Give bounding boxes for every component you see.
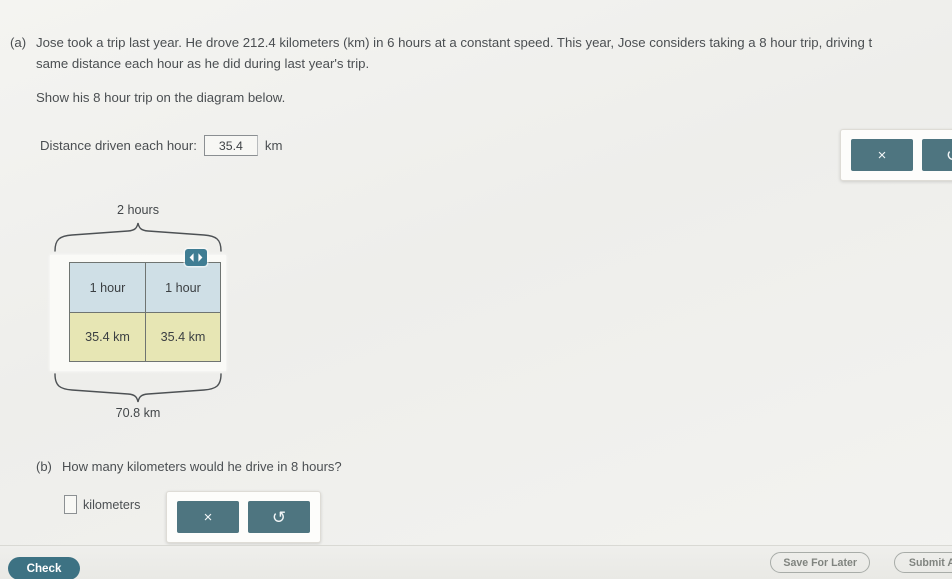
clear-button[interactable]: × [851,139,913,171]
tape-cell-distance[interactable]: 35.4 km [145,313,220,361]
tape-cell-distance[interactable]: 35.4 km [70,313,145,361]
undo-button[interactable]: ↺ [248,501,310,533]
tape-row-distance: 35.4 km 35.4 km [70,312,220,361]
answer-b-unit: kilometers [83,497,141,512]
question-b-text: How many kilometers would he drive in 8 … [62,459,342,474]
answer-b-row: kilometers [64,495,140,514]
question-a-instruction: Show his 8 hour trip on the diagram belo… [36,90,286,105]
tape-row-time: 1 hour 1 hour [70,263,220,312]
clear-button[interactable]: × [177,501,239,533]
tape-table: 1 hour 1 hour 35.4 km 35.4 km [69,262,221,362]
tape-cell-time[interactable]: 1 hour [70,263,145,312]
answer-keypad-b: × ↺ [166,491,321,543]
save-for-later-button[interactable]: Save For Later [770,552,870,573]
resize-horizontal-icon[interactable] [185,249,207,266]
question-a-line2: same distance each hour as he did during… [36,56,370,71]
top-brace-icon [54,222,222,252]
tape-diagram: 2 hours 1 hour 1 hour 35.4 km 35.4 km 70… [48,203,228,425]
distance-per-hour-unit: km [264,138,283,153]
bottom-brace-label: 70.8 km [115,406,161,420]
worksheet-page: (a) Jose took a trip last year. He drove … [0,0,952,579]
top-brace-label: 2 hours [116,203,159,217]
answer-b-input[interactable] [64,495,77,514]
question-b-paragraph: (b) How many kilometers would he drive in… [36,459,342,474]
question-a-paragraph: (a) Jose took a trip last year. He drove … [10,32,952,53]
distance-per-hour-label: Distance driven each hour: [40,138,197,153]
tape-cell-time[interactable]: 1 hour [145,263,220,312]
question-b-label: (b) [36,459,52,474]
submit-assignment-button[interactable]: Submit A [893,552,952,573]
question-a-line1: Jose took a trip last year. He drove 212… [36,35,873,50]
distance-per-hour-row: Distance driven each hour: km [40,135,282,156]
distance-per-hour-input[interactable] [203,135,258,156]
bottom-brace-icon [54,373,222,403]
answer-keypad-top: × ↺ [840,129,952,181]
check-button[interactable]: Check [8,557,80,579]
question-area: (a) Jose took a trip last year. He drove … [0,0,952,546]
bottom-toolbar: Check Save For Later Submit A [0,545,952,579]
undo-button[interactable]: ↺ [922,139,952,171]
question-a-label: (a) [10,35,27,50]
